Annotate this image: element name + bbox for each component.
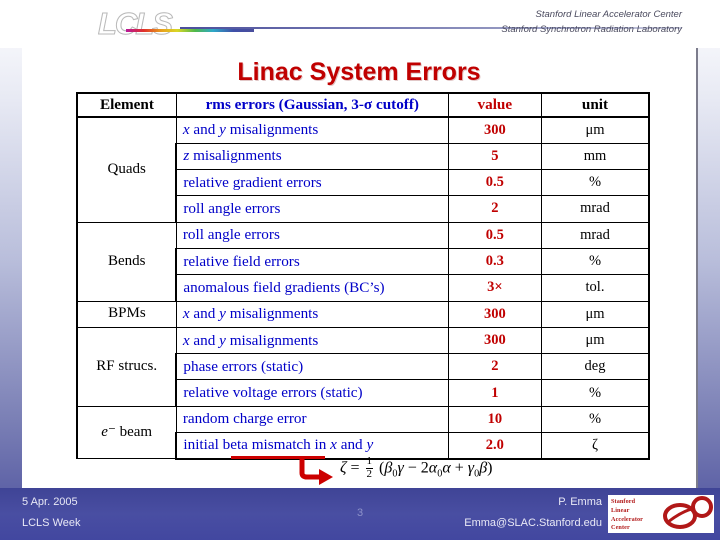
unit-cell: % [540, 169, 650, 197]
slac-badge-line-4: Center [611, 524, 630, 532]
value-cell: 5 [447, 142, 542, 171]
slide-footer: 5 Apr. 2005 LCLS Week 3 P. Emma Emma@SLA… [0, 488, 720, 540]
unit-cell: tol. [540, 274, 650, 302]
column-header-value: value [447, 92, 542, 118]
description-cell: roll angle errors [175, 195, 449, 223]
right-gradient-band [698, 0, 720, 540]
footer-author: P. Emma [558, 496, 602, 508]
unit-cell: % [540, 247, 650, 276]
unit-cell: μm [540, 116, 650, 144]
value-cell: 1 [447, 379, 542, 407]
slac-badge-line-3: Accelerator [611, 515, 644, 523]
table-row: BPMs x and y misalignments 300 μm [75, 300, 650, 328]
element-cell-quads: Quads [75, 116, 177, 223]
value-cell: 0.5 [447, 221, 542, 249]
unit-cell: mm [540, 142, 650, 171]
lcls-logo-text: LCLS [98, 6, 174, 42]
description-cell: anomalous field gradients (BC’s) [175, 274, 449, 302]
ssrl-logo-badge [660, 495, 714, 533]
value-cell: 300 [447, 116, 542, 144]
ssrl-ring-icon [663, 496, 713, 529]
description-cell: phase errors (static) [175, 353, 449, 381]
table-row: Quads x and y misalignments 300 μm [75, 116, 650, 223]
description-cell: x and y misalignments [175, 326, 449, 355]
value-cell: 0.3 [447, 247, 542, 276]
element-cell-rf-structures: RF strucs. [75, 326, 177, 407]
value-cell: 0.5 [447, 169, 542, 197]
table-row: e⁻ beam random charge error 10 % [75, 405, 650, 460]
description-cell: random charge error [175, 405, 449, 434]
errors-table: Element rms errors (Gaussian, 3-σ cutoff… [75, 92, 650, 460]
unit-cell: μm [540, 326, 650, 355]
slac-badge-line-1: Stanford [611, 498, 636, 505]
value-cell: 300 [447, 326, 542, 355]
slac-badge-line-2: Linear [611, 506, 630, 514]
unit-cell: % [540, 405, 650, 434]
element-cell-bpms: BPMs [75, 300, 177, 328]
description-cell: x and y misalignments [175, 116, 449, 144]
unit-cell: mrad [540, 195, 650, 223]
column-header-element: Element [75, 92, 177, 118]
value-cell: 300 [447, 300, 542, 328]
unit-cell: deg [540, 353, 650, 381]
slide-header: LCLS Stanford Linear Accelerator Center … [0, 0, 720, 48]
org-line-2: Stanford Synchrotron Radiation Laborator… [501, 23, 682, 35]
rainbow-line-icon [126, 29, 254, 32]
element-cell-bends: Bends [75, 221, 177, 302]
unit-cell: % [540, 379, 650, 407]
table-row: RF strucs. x and y misalignments 300 μm [75, 326, 650, 407]
value-cell: 2 [447, 353, 542, 381]
description-cell: initial beta mismatch in x and y [175, 432, 449, 460]
lcls-logo: LCLS [68, 4, 254, 48]
org-line-1: Stanford Linear Accelerator Center [535, 9, 682, 20]
slide-body: Linac System Errors Element rms errors (… [22, 48, 698, 488]
page-title: Linac System Errors [237, 58, 481, 86]
value-cell: 2.0 [447, 432, 542, 460]
description-cell: relative field errors [175, 247, 449, 276]
unit-cell: mrad [540, 221, 650, 249]
value-cell: 2 [447, 195, 542, 223]
errors-table-container: Element rms errors (Gaussian, 3-σ cutoff… [75, 92, 650, 460]
unit-cell: μm [540, 300, 650, 328]
unit-cell: ζ [540, 432, 650, 460]
table-row: Bends roll angle errors 0.5 mrad [75, 221, 650, 302]
footer-email[interactable]: Emma@SLAC.Stanford.edu [464, 517, 602, 529]
table-header-row: Element rms errors (Gaussian, 3-σ cutoff… [75, 92, 650, 118]
description-cell: relative gradient errors [175, 169, 449, 197]
column-header-description: rms errors (Gaussian, 3-σ cutoff) [175, 92, 449, 118]
description-cell: z misalignments [175, 142, 449, 171]
slac-logo-badge: Stanford Linear Accelerator Center [608, 495, 660, 533]
column-header-unit: unit [540, 92, 650, 118]
org-titles: Stanford Linear Accelerator Center Stanf… [501, 8, 682, 37]
annotation-arrow-icon [299, 458, 333, 485]
slide: LCLS Stanford Linear Accelerator Center … [0, 0, 720, 540]
description-cell: relative voltage errors (static) [175, 379, 449, 407]
description-cell: roll angle errors [175, 221, 449, 249]
left-gradient-band [0, 0, 22, 540]
element-cell-e-beam: e⁻ beam [75, 405, 177, 460]
table-body: Quads x and y misalignments 300 μm z mis… [75, 116, 650, 460]
zeta-formula: ζ = 12 (β0γ − 2α0α + γ0β) [340, 455, 493, 480]
value-cell: 10 [447, 405, 542, 434]
value-cell: 3× [447, 274, 542, 302]
description-cell: x and y misalignments [175, 300, 449, 328]
